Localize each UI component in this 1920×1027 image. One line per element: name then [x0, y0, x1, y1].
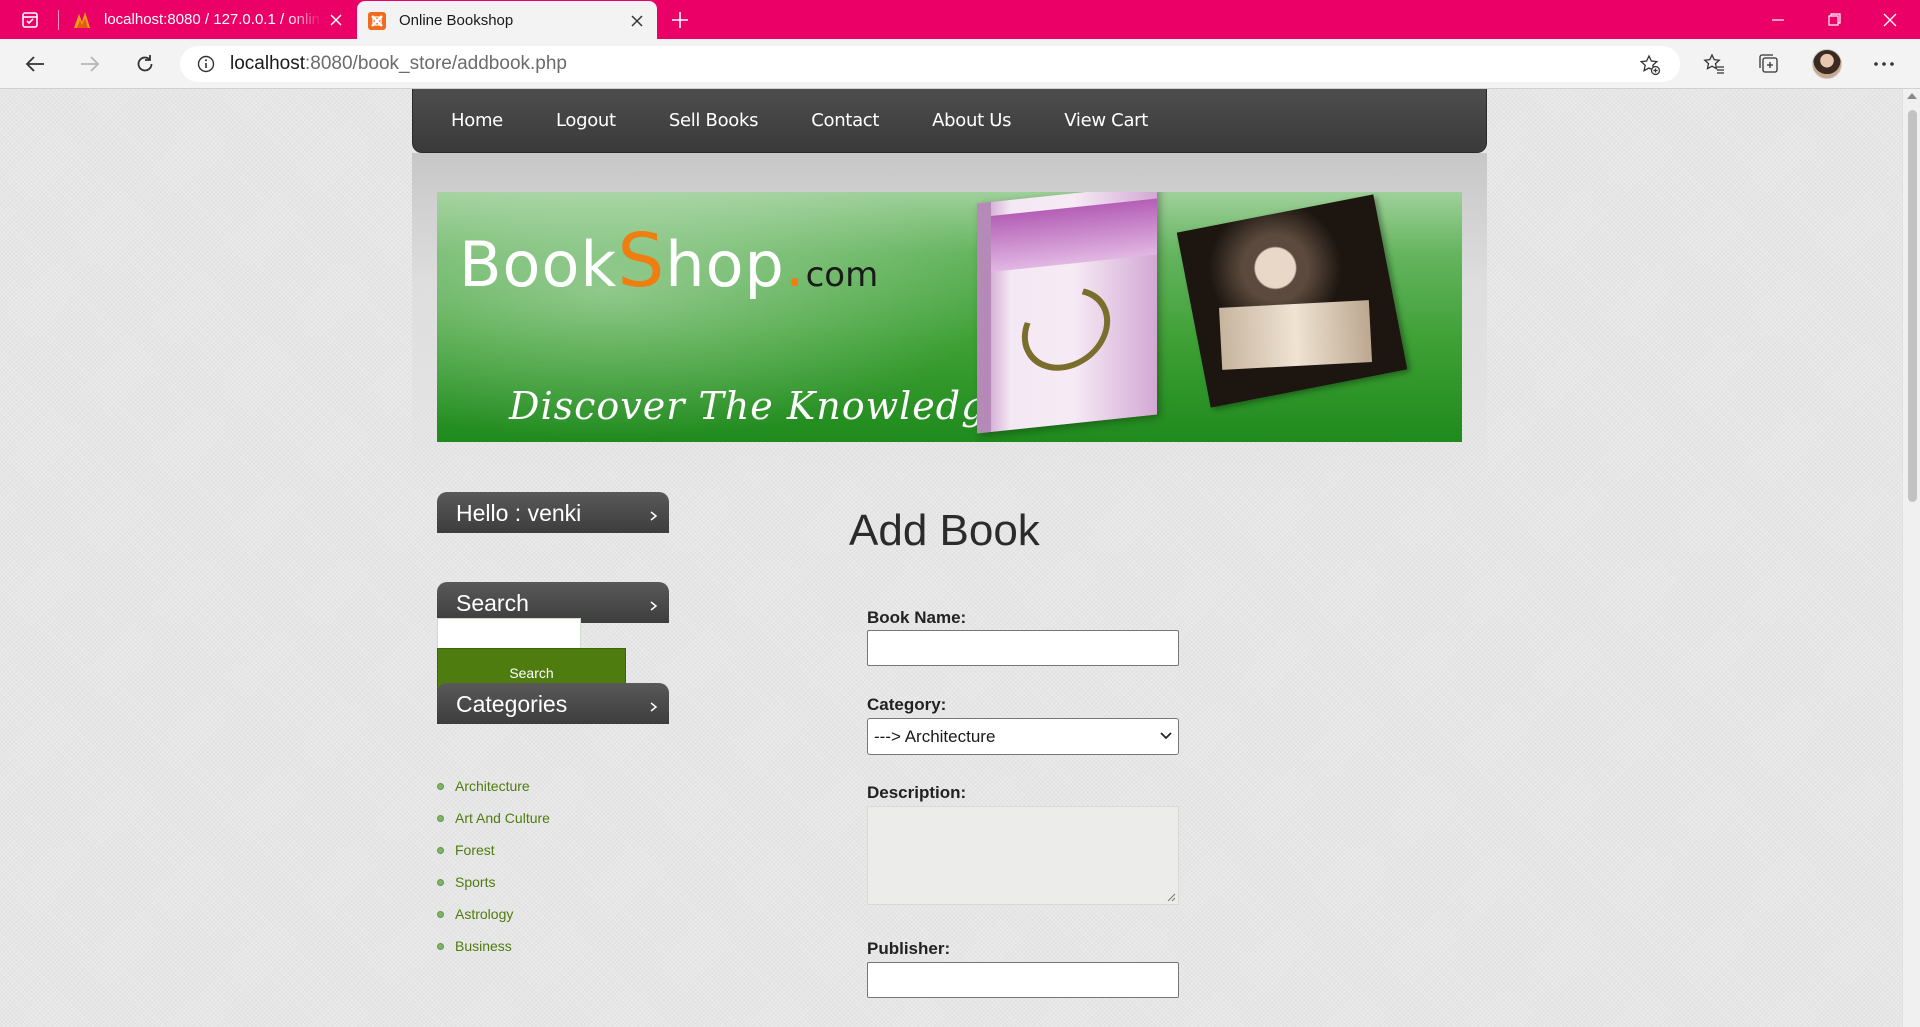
bullet-icon: [437, 782, 444, 790]
nav-contact[interactable]: Contact: [811, 110, 879, 131]
chevron-right-icon: [649, 701, 659, 713]
site-logo: BookShop.com: [459, 218, 879, 304]
category-label: Category:: [867, 695, 947, 714]
tab-online-bookshop[interactable]: Online Bookshop: [357, 1, 657, 40]
page-viewport: Home Logout Sell Books Contact About Us …: [0, 89, 1902, 1027]
browser-address-bar: localhost:8080/book_store/addbook.php: [0, 39, 1920, 89]
nav-logout[interactable]: Logout: [556, 110, 616, 131]
category-item[interactable]: Business: [437, 930, 669, 962]
site-banner: BookShop.com Discover The Knowledge: [437, 192, 1462, 442]
category-select[interactable]: ---> Architecture: [867, 718, 1179, 755]
bullet-icon: [437, 942, 444, 950]
tab-title: localhost:8080 / 127.0.0.1 / online_book…: [104, 11, 322, 28]
category-item[interactable]: Sports: [437, 866, 669, 898]
tab-phpmyadmin[interactable]: localhost:8080 / 127.0.0.1 / online_book…: [62, 0, 356, 39]
category-list: Architecture Art And Culture Forest Spor…: [437, 770, 669, 962]
chevron-down-icon: [1160, 731, 1172, 741]
search-input[interactable]: [437, 618, 581, 652]
scroll-up-arrow-icon[interactable]: [1907, 93, 1917, 99]
favorites-icon[interactable]: [1698, 48, 1730, 80]
more-options-icon[interactable]: [1868, 48, 1900, 80]
description-label: Description:: [867, 783, 967, 802]
search-box-title: Search: [437, 582, 669, 623]
greeting-text: Hello : venki: [456, 500, 582, 526]
banner-tagline: Discover The Knowledge: [509, 384, 1010, 428]
category-item[interactable]: Astrology: [437, 898, 669, 930]
chevron-right-icon: [649, 510, 659, 522]
profile-avatar-icon[interactable]: [1812, 49, 1842, 79]
bullet-icon: [437, 910, 444, 918]
page-title: Add Book: [849, 506, 1040, 555]
category-link[interactable]: Architecture: [455, 778, 530, 794]
category-item[interactable]: Forest: [437, 834, 669, 866]
search-title-text: Search: [456, 590, 529, 616]
category-link[interactable]: Art And Culture: [455, 810, 550, 826]
book-cover-image: [977, 192, 1157, 434]
child-reading-photo: [1176, 194, 1408, 408]
back-arrow-icon[interactable]: [18, 48, 52, 80]
minimize-window-icon[interactable]: [1750, 0, 1806, 39]
restore-window-icon[interactable]: [1806, 0, 1862, 39]
url-text: localhost:8080/book_store/addbook.php: [230, 53, 567, 74]
categories-box-title: Categories: [437, 683, 669, 724]
site-info-icon[interactable]: [196, 54, 216, 74]
main-nav: Home Logout Sell Books Contact About Us …: [412, 89, 1487, 153]
tab-title: Online Bookshop: [399, 12, 514, 29]
phpmyadmin-favicon-icon: [72, 10, 92, 30]
add-favorite-star-icon[interactable]: [1638, 53, 1662, 77]
category-link[interactable]: Sports: [455, 874, 495, 890]
xampp-favicon-icon: [367, 11, 387, 31]
new-tab-plus-icon[interactable]: [666, 6, 694, 34]
bullet-icon: [437, 814, 444, 822]
resize-grip-icon[interactable]: [1167, 893, 1176, 902]
category-link[interactable]: Business: [455, 938, 512, 954]
category-link[interactable]: Astrology: [455, 906, 513, 922]
collections-icon[interactable]: [1753, 48, 1785, 80]
category-item[interactable]: Architecture: [437, 770, 669, 802]
publisher-field[interactable]: [867, 962, 1179, 998]
book-name-label: Book Name:: [867, 608, 967, 627]
forward-arrow-icon[interactable]: [73, 48, 107, 80]
description-textarea[interactable]: [867, 806, 1179, 905]
refresh-icon[interactable]: [128, 48, 162, 80]
tab-separator: [58, 10, 59, 30]
sidebar: Hello : venki Search Search Categories A…: [437, 492, 669, 954]
nav-view-cart[interactable]: View Cart: [1064, 110, 1148, 131]
category-selected-value: ---> Architecture: [874, 727, 996, 746]
bullet-icon: [437, 846, 444, 854]
nav-home[interactable]: Home: [451, 110, 503, 131]
book-name-field[interactable]: [867, 630, 1179, 666]
tab-actions-menu-icon[interactable]: [14, 8, 46, 32]
categories-title-text: Categories: [456, 691, 568, 717]
scrollbar-thumb[interactable]: [1908, 110, 1917, 502]
nav-about-us[interactable]: About Us: [932, 110, 1011, 131]
category-item[interactable]: Art And Culture: [437, 802, 669, 834]
close-window-icon[interactable]: [1862, 0, 1918, 39]
close-tab-icon[interactable]: [322, 6, 350, 34]
publisher-label: Publisher:: [867, 939, 951, 958]
close-tab-icon[interactable]: [623, 7, 651, 35]
browser-tab-bar: localhost:8080 / 127.0.0.1 / online_book…: [0, 0, 1920, 40]
nav-sell-books[interactable]: Sell Books: [669, 110, 759, 131]
vertical-scrollbar[interactable]: [1902, 89, 1920, 1027]
bullet-icon: [437, 878, 444, 886]
greeting-box: Hello : venki: [437, 492, 669, 533]
category-link[interactable]: Forest: [455, 842, 495, 858]
url-field[interactable]: localhost:8080/book_store/addbook.php: [180, 46, 1680, 82]
chevron-right-icon: [649, 600, 659, 612]
